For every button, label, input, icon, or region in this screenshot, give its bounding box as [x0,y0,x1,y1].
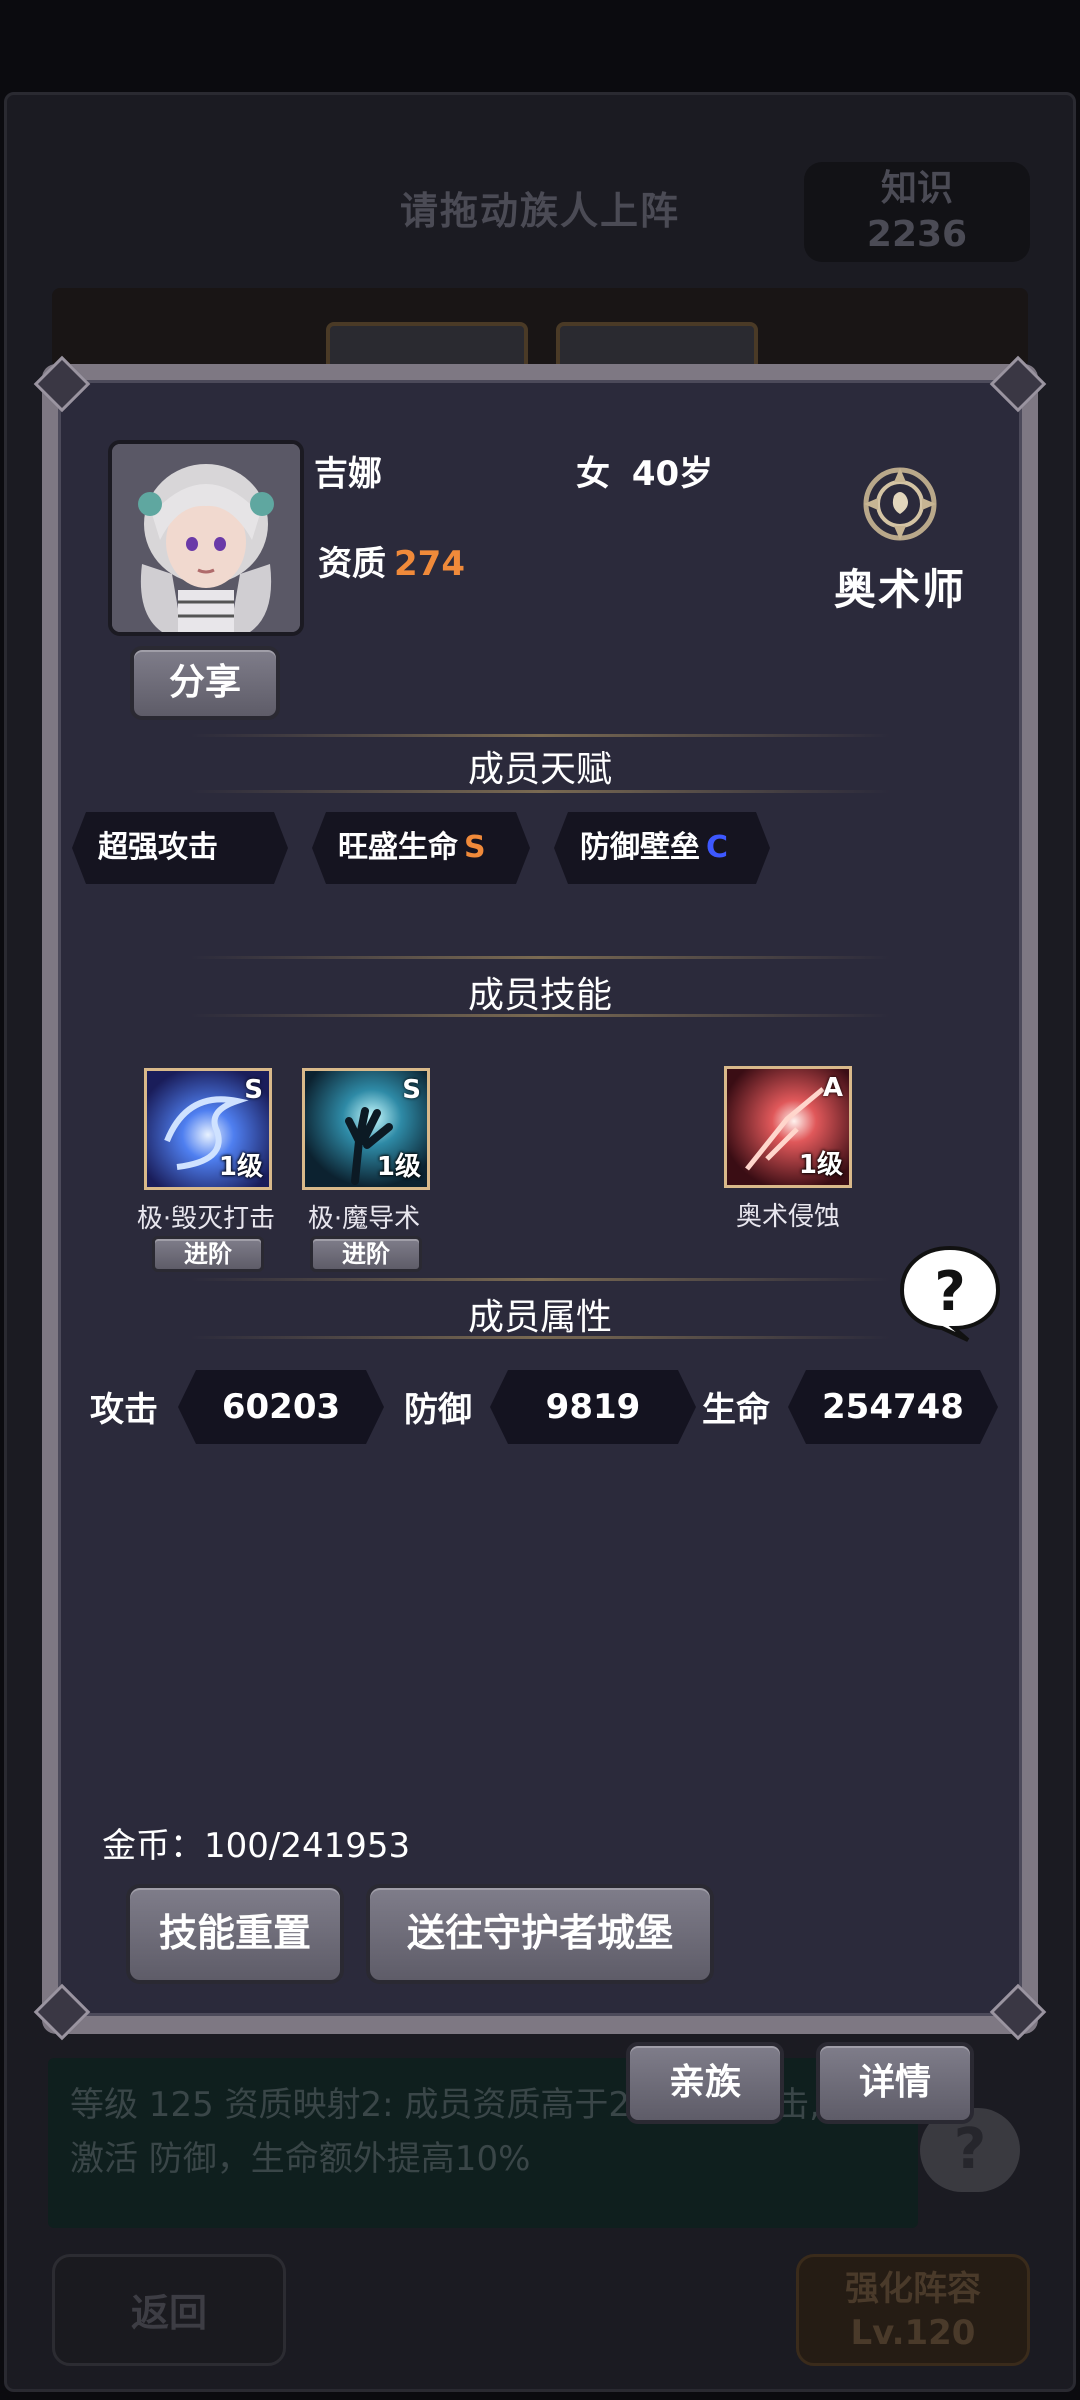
skill-slot[interactable]: A 1级 [724,1066,852,1188]
strengthen-level: Lv.120 [850,2313,976,2353]
share-button[interactable]: 分享 [130,646,280,720]
defense-label: 防御 [404,1390,472,1430]
gold-counter: 金币：100/241953 [102,1826,411,1866]
skill-slot[interactable]: S 1级 [144,1068,272,1190]
skill-name: 极·魔导术 [307,1204,421,1234]
member-name: 吉娜 [314,454,382,494]
talent-badge[interactable]: 防御壁垒 C [554,812,770,884]
info-line: 激活 防御，生命额外提高10% [70,2139,531,2179]
strengthen-label: 强化阵容 [845,2269,981,2309]
skill-level: 1级 [376,1152,421,1182]
quality-label: 资质 [318,544,386,584]
back-button[interactable]: 返回 [52,2254,286,2366]
attack-value: 60203 [178,1370,384,1444]
talent-name: 超强攻击 [98,830,218,865]
talent-grade: C [706,830,729,865]
talent-name: 旺盛生命 [338,830,458,865]
strengthen-formation-button[interactable]: 强化阵容 Lv.120 [796,2254,1030,2366]
advance-skill-button[interactable]: 进阶 [152,1236,264,1272]
section-divider [190,1014,890,1017]
section-divider [190,790,890,793]
section-divider [190,734,890,737]
character-portrait-icon [112,444,300,632]
skills-title: 成员技能 [467,975,612,1016]
attack-label: 攻击 [90,1390,158,1430]
advance-skill-button[interactable]: 进阶 [310,1236,422,1272]
knowledge-badge[interactable]: 知识 2236 [804,162,1030,262]
skill-slot[interactable]: S 1级 [302,1068,430,1190]
info-line: 等级 125 资质映射2: 成员资质高于270时，攻击, [70,2085,821,2125]
section-divider [190,1278,890,1281]
attributes-title: 成员属性 [467,1297,612,1338]
skill-reset-button[interactable]: 技能重置 [126,1884,344,1984]
skill-name: 奥术侵蚀 [735,1202,840,1232]
skill-grade: A [822,1073,843,1103]
talent-grade: S [464,830,486,865]
details-button[interactable]: 详情 [816,2042,974,2124]
skill-level: 1级 [798,1150,843,1180]
send-to-castle-button[interactable]: 送往守护者城堡 [366,1884,714,1984]
member-class: 奥术师 [833,565,966,614]
knowledge-label: 知识 [880,168,953,209]
clan-button[interactable]: 亲族 [626,2042,784,2124]
member-avatar [108,440,304,636]
talent-badge[interactable]: 旺盛生命 S [312,812,530,884]
skill-grade: S [402,1075,421,1105]
skill-level: 1级 [218,1152,263,1182]
member-quality: 资质 274 [318,536,465,585]
member-gender-age: 女 40岁 [576,454,714,494]
knowledge-value: 2236 [866,214,968,255]
skill-grade: S [244,1075,263,1105]
arcane-emblem-icon [860,464,940,544]
quality-value: 274 [394,544,465,584]
talents-title: 成员天赋 [467,749,612,790]
section-divider [190,1336,890,1339]
hp-label: 生命 [702,1390,770,1430]
talent-badge[interactable]: 超强攻击SS [72,812,288,884]
talent-name: 防御壁垒 [580,830,700,865]
hp-value: 254748 [788,1370,998,1444]
section-divider [190,956,890,959]
formation-strip [52,288,1028,368]
defense-value: 9819 [490,1370,696,1444]
formation-info-panel: 等级 125 资质映射2: 成员资质高于270时，攻击, 激活 防御，生命额外提… [48,2058,918,2228]
